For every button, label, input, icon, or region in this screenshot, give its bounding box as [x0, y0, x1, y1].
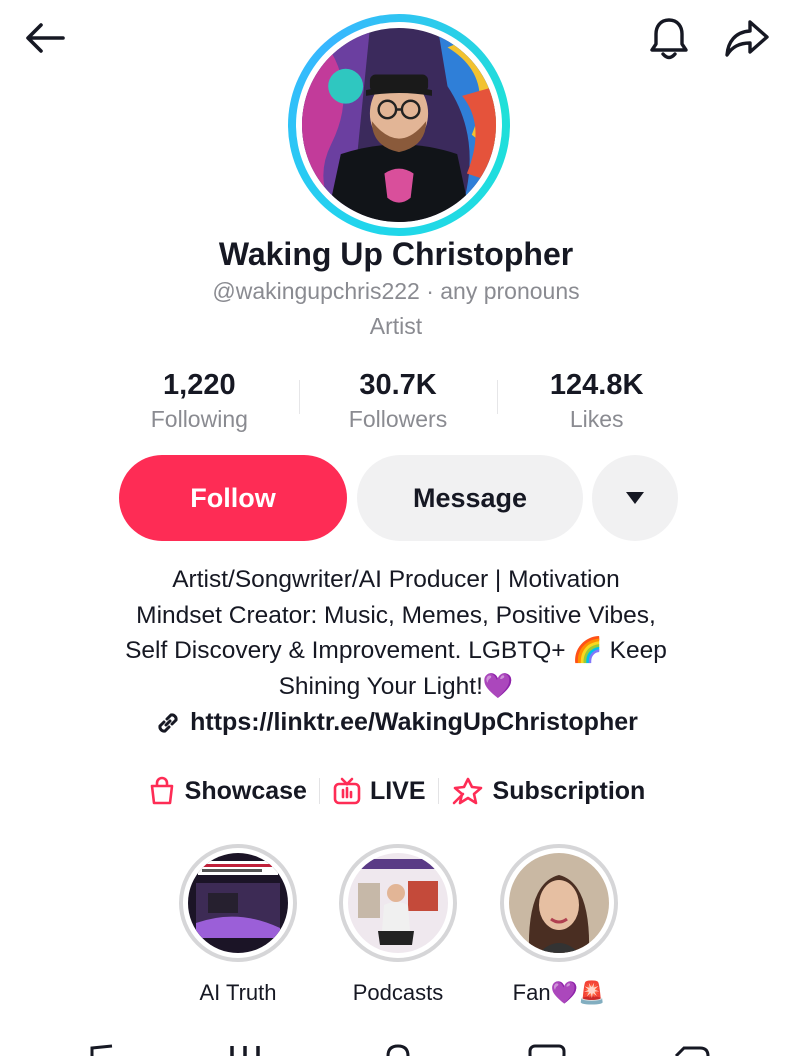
highlight-podcasts[interactable]: Podcasts	[318, 844, 478, 1006]
message-button[interactable]: Message	[357, 455, 583, 541]
highlight-fan[interactable]: Fan💜🚨	[479, 844, 639, 1006]
live-button[interactable]: LIVE	[320, 776, 438, 806]
feature-label: LIVE	[369, 776, 426, 805]
stat-value: 124.8K	[549, 369, 644, 401]
arrow-left-icon	[26, 23, 65, 53]
share-button[interactable]	[716, 12, 778, 64]
stat-value: 30.7K	[359, 369, 437, 401]
profile-category: Artist	[369, 313, 423, 339]
bio: Artist/Songwriter/AI Producer | Motivati…	[80, 562, 712, 704]
highlight-label: Podcasts	[352, 980, 444, 1005]
feature-label: Showcase	[184, 776, 307, 805]
stat-followers[interactable]: 30.7K Followers	[298, 366, 498, 440]
highlight-thumbnail	[348, 853, 448, 953]
stat-label: Following	[150, 406, 248, 432]
highlight-label: AI Truth	[199, 980, 277, 1005]
bio-line: Self Discovery & Improvement. LGBTQ+ 🌈 K…	[125, 637, 667, 664]
follow-button[interactable]: Follow	[119, 455, 347, 541]
share-arrow-icon	[725, 20, 769, 57]
tv-live-icon	[333, 777, 361, 805]
notification-bell-button[interactable]	[640, 12, 698, 64]
content-tabs-partial	[0, 1040, 792, 1056]
highlight-label: Fan💜🚨	[512, 980, 606, 1005]
stat-likes[interactable]: 124.8K Likes	[497, 366, 696, 440]
bio-line: Shining Your Light!💜	[278, 672, 514, 700]
feature-label: Subscription	[492, 776, 646, 805]
stat-label: Followers	[348, 406, 448, 432]
star-badge-icon	[452, 777, 482, 805]
highlight-ai-truth[interactable]: AI Truth	[158, 844, 318, 1006]
bio-line: Artist/Songwriter/AI Producer | Motivati…	[172, 566, 620, 593]
avatar-photo	[302, 28, 496, 222]
highlight-thumbnail	[509, 853, 609, 953]
link-url[interactable]: https://linktr.ee/WakingUpChristopher	[190, 708, 638, 737]
caret-down-icon	[626, 492, 644, 504]
bio-link[interactable]: https://linktr.ee/WakingUpChristopher	[0, 708, 792, 737]
avatar-ring[interactable]	[288, 14, 510, 236]
handle-and-pronouns: @wakingupchris222 · any pronouns	[212, 278, 580, 304]
stat-value: 1,220	[163, 369, 236, 401]
stat-following[interactable]: 1,220 Following	[100, 366, 299, 440]
shopping-bag-icon	[150, 776, 173, 805]
showcase-button[interactable]: Showcase	[135, 776, 319, 806]
bio-line: Mindset Creator: Music, Memes, Positive …	[136, 601, 656, 629]
highlight-thumbnail	[188, 853, 288, 953]
link-icon	[158, 712, 178, 733]
feature-row: Showcase LIVE Subscription	[0, 770, 792, 812]
display-name: Waking Up Christopher	[218, 236, 574, 272]
subscription-button[interactable]: Subscription	[439, 776, 658, 806]
more-options-button[interactable]	[592, 455, 678, 541]
stat-label: Likes	[569, 406, 624, 432]
bell-icon	[650, 18, 688, 60]
back-button[interactable]	[18, 14, 72, 62]
profile-stats: 1,220 Following 30.7K Followers 124.8K L…	[100, 366, 696, 440]
avatar	[302, 28, 496, 222]
